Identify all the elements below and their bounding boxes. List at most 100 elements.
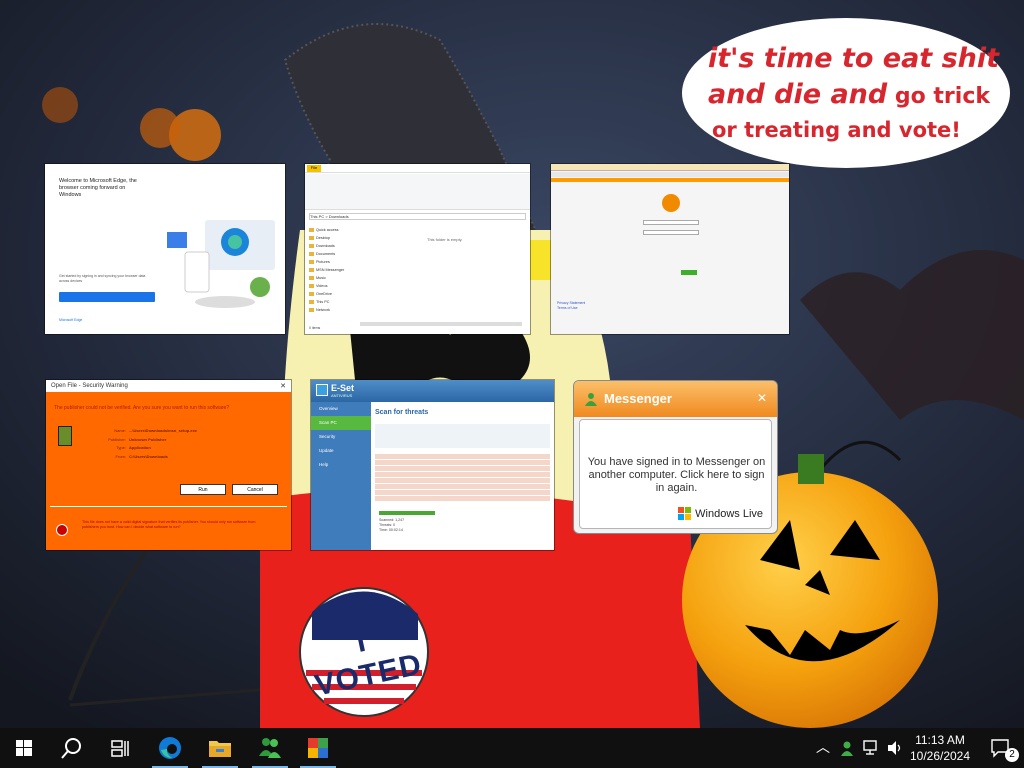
warning-field-row: From: C:\Users\Downloads bbox=[86, 453, 197, 462]
taskbar-edge[interactable] bbox=[146, 728, 194, 768]
windows-live-brand: Windows Live bbox=[678, 507, 763, 521]
explorer-nav-item[interactable]: OneDrive bbox=[309, 290, 357, 298]
edge-footer-link[interactable]: Microsoft Edge bbox=[59, 318, 82, 322]
clock-time: 11:13 AM bbox=[915, 733, 965, 747]
eset-scan-options[interactable] bbox=[375, 424, 550, 448]
explorer-address-bar[interactable]: This PC > Downloads bbox=[309, 213, 526, 220]
file-icon bbox=[58, 426, 72, 446]
messenger-content[interactable]: You have signed in to Messenger on anoth… bbox=[579, 419, 772, 529]
explorer-nav-item[interactable]: Videos bbox=[309, 282, 357, 290]
email-field[interactable] bbox=[643, 220, 699, 225]
speech-bubble: it's time to eat shit and die and go tri… bbox=[682, 18, 1010, 168]
eset-subtitle: ANTIVIRUS bbox=[331, 393, 353, 398]
explorer-nav-item[interactable]: Network bbox=[309, 306, 357, 314]
warning-title-bar: Open File - Security Warning ✕ bbox=[46, 380, 291, 392]
messenger-orange-header bbox=[551, 178, 789, 182]
messenger-header: Messenger ✕ bbox=[574, 381, 777, 417]
folder-icon bbox=[209, 741, 231, 757]
browser-title-bar bbox=[551, 164, 789, 171]
field-value: ...\Users\Downloads\msn_setup.exe bbox=[129, 428, 198, 433]
sign-in-button[interactable] bbox=[681, 270, 697, 275]
explorer-nav-item[interactable]: Music bbox=[309, 274, 357, 282]
clock-date: 10/26/2024 bbox=[909, 749, 971, 763]
messenger-tray-icon[interactable] bbox=[839, 740, 855, 756]
task-view-edge-window[interactable]: Welcome to Microsoft Edge, the browser c… bbox=[45, 164, 285, 334]
task-view-button[interactable] bbox=[96, 728, 144, 768]
eset-nav-help[interactable]: Help bbox=[311, 458, 371, 472]
edge-icon bbox=[159, 737, 181, 759]
edge-illustration bbox=[167, 220, 275, 308]
browser-menu-bar bbox=[551, 172, 789, 177]
close-icon[interactable]: ✕ bbox=[280, 382, 286, 390]
volume-icon[interactable] bbox=[887, 740, 903, 756]
explorer-nav-item[interactable]: Quick access bbox=[309, 226, 357, 234]
field-label: From: bbox=[115, 453, 126, 459]
start-button[interactable] bbox=[0, 728, 48, 768]
task-view-explorer-window[interactable]: File This PC > Downloads Quick access De… bbox=[305, 164, 530, 334]
clock[interactable]: 11:13 AM 10/26/2024 bbox=[905, 732, 975, 764]
cancel-button[interactable]: Cancel bbox=[232, 484, 278, 495]
task-view-security-warning-window[interactable]: Open File - Security Warning ✕ The publi… bbox=[46, 380, 291, 550]
network-icon[interactable] bbox=[863, 740, 881, 756]
warning-title: Open File - Security Warning bbox=[51, 383, 128, 389]
close-icon[interactable]: ✕ bbox=[757, 391, 767, 405]
explorer-nav-item[interactable]: Pictures bbox=[309, 258, 357, 266]
eset-nav-scan[interactable]: Scan PC bbox=[311, 416, 371, 430]
notification-count-badge: 2 bbox=[1005, 748, 1019, 762]
run-button[interactable]: Run bbox=[180, 484, 226, 495]
search-button[interactable] bbox=[48, 728, 96, 768]
bubble-line-1: it's time to eat shit bbox=[708, 43, 1000, 74]
divider bbox=[50, 506, 287, 507]
explorer-nav-item[interactable]: Documents bbox=[309, 250, 357, 258]
eset-nav-security[interactable]: Security bbox=[311, 430, 371, 444]
messenger-message[interactable]: You have signed in to Messenger on anoth… bbox=[586, 456, 767, 495]
explorer-nav-item[interactable]: Desktop bbox=[309, 234, 357, 242]
explorer-empty-message: This folder is empty. bbox=[427, 237, 463, 242]
taskbar-file-explorer[interactable] bbox=[196, 728, 244, 768]
explorer-status-bar: 0 items bbox=[309, 326, 321, 330]
messenger-title: Messenger bbox=[604, 391, 672, 406]
messenger-notification[interactable]: Messenger ✕ You have signed in to Messen… bbox=[573, 380, 778, 534]
taskbar-eset[interactable] bbox=[294, 728, 342, 768]
edge-get-started-button[interactable] bbox=[59, 292, 155, 302]
task-view-eset-window[interactable]: E-Set ANTIVIRUS Overview Scan PC Securit… bbox=[311, 380, 554, 550]
taskbar: ︿ 11:13 AM 10/26/2024 2 bbox=[0, 728, 1024, 768]
eset-sidebar: Overview Scan PC Security Update Help bbox=[311, 402, 371, 550]
warning-question: The publisher could not be verified. Are… bbox=[54, 405, 230, 411]
messenger-buddy-icon bbox=[585, 393, 597, 406]
explorer-ribbon bbox=[305, 174, 530, 210]
edge-welcome-text: Welcome to Microsoft Edge, the browser c… bbox=[59, 178, 137, 198]
task-view-messenger-browser-window[interactable]: Privacy Statement Terms of Use bbox=[551, 164, 789, 334]
footer-links[interactable]: Privacy Statement Terms of Use bbox=[557, 301, 585, 311]
eset-header: E-Set ANTIVIRUS bbox=[311, 380, 554, 402]
eset-scan-title: Scan for threats bbox=[375, 409, 429, 416]
desktop-wallpaper: it's time to eat shit and die and go tri… bbox=[0, 0, 1024, 728]
explorer-file-tab[interactable]: File bbox=[307, 165, 321, 172]
explorer-scrollbar[interactable] bbox=[360, 322, 522, 326]
explorer-nav-item[interactable]: Downloads bbox=[309, 242, 357, 250]
eset-stats: Scanned: 1,247 Threats: 0 Time: 00:02:14 bbox=[379, 518, 405, 532]
field-label: Publisher: bbox=[108, 436, 126, 442]
bubble-line-2-big: and die and bbox=[708, 79, 888, 110]
pumpkin-icon bbox=[662, 194, 680, 212]
explorer-nav-item[interactable]: MSN Messenger bbox=[309, 266, 357, 274]
bubble-line-3: or treating and vote! bbox=[712, 118, 961, 142]
messenger-icon bbox=[259, 738, 281, 758]
windows-logo-icon bbox=[16, 740, 32, 756]
warning-field-row: Publisher: Unknown Publisher bbox=[86, 436, 197, 445]
eset-nav-overview[interactable]: Overview bbox=[311, 402, 371, 416]
explorer-nav-item[interactable]: This PC bbox=[309, 298, 357, 306]
field-value: Application bbox=[129, 445, 151, 450]
taskbar-messenger[interactable] bbox=[246, 728, 294, 768]
warning-field-row: Name: ...\Users\Downloads\msn_setup.exe bbox=[86, 427, 197, 436]
eset-nav-update[interactable]: Update bbox=[311, 444, 371, 458]
eset-app-name: E-Set bbox=[331, 383, 355, 393]
chevron-up-icon[interactable]: ︿ bbox=[816, 737, 830, 757]
eset-results-table bbox=[375, 454, 550, 502]
warning-footer-text: This file does not have a valid digital … bbox=[82, 520, 256, 529]
explorer-nav-pane: Quick access Desktop Downloads Documents… bbox=[309, 226, 357, 314]
action-center-button[interactable]: 2 bbox=[976, 728, 1024, 768]
password-field[interactable] bbox=[643, 230, 699, 235]
warning-field-row: Type: Application bbox=[86, 444, 197, 453]
bubble-line-2-small: go trick bbox=[887, 84, 990, 109]
